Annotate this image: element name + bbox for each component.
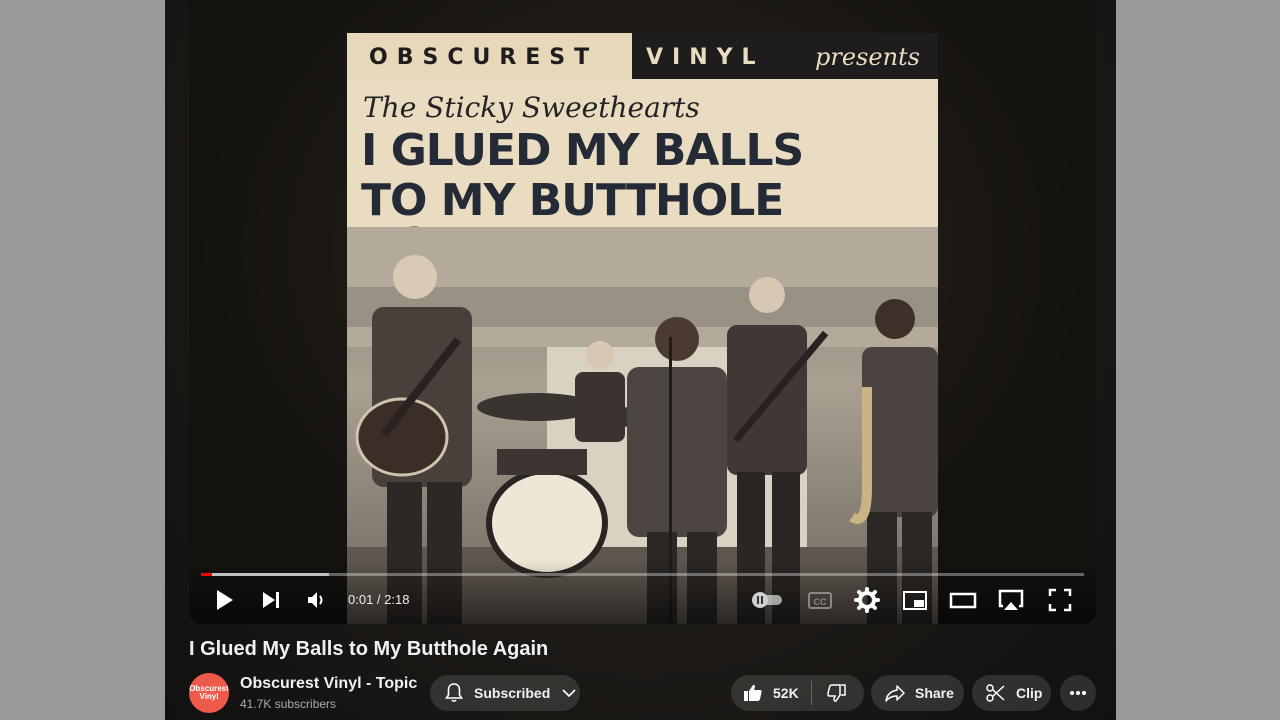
progress-played bbox=[201, 573, 212, 576]
miniplayer-icon bbox=[903, 591, 927, 610]
more-horizontal-icon bbox=[1070, 691, 1086, 695]
cover-presents: presents bbox=[815, 43, 920, 71]
channel-avatar-text: Obscurest Vinyl bbox=[189, 684, 229, 701]
cover-header: OBSCUREST VINYL presents bbox=[347, 33, 938, 79]
theater-mode-icon bbox=[949, 592, 977, 609]
share-icon bbox=[885, 685, 905, 702]
subscriber-count: 41.7K subscribers bbox=[240, 697, 337, 711]
play-button[interactable] bbox=[209, 585, 239, 615]
next-button[interactable] bbox=[256, 585, 286, 615]
progress-buffered bbox=[201, 573, 329, 576]
mute-button[interactable] bbox=[302, 585, 332, 615]
like-dislike-group: 52K bbox=[731, 675, 864, 711]
channel-name[interactable]: Obscurest Vinyl - Topic bbox=[240, 675, 417, 693]
video-player[interactable]: OBSCUREST VINYL presents The Sticky Swee… bbox=[189, 0, 1096, 624]
autoplay-toggle-icon bbox=[752, 592, 782, 608]
skip-next-icon bbox=[263, 592, 279, 608]
dislike-button[interactable] bbox=[812, 675, 860, 711]
cover-band-name: The Sticky Sweethearts bbox=[363, 91, 700, 124]
like-button[interactable]: 52K bbox=[731, 675, 811, 711]
cover-brand-left: OBSCUREST bbox=[369, 45, 599, 70]
airplay-button[interactable] bbox=[996, 585, 1026, 615]
progress-bar[interactable] bbox=[201, 573, 1084, 576]
channel-avatar[interactable]: Obscurest Vinyl bbox=[189, 673, 229, 713]
volume-icon bbox=[308, 592, 323, 608]
cc-icon: CC bbox=[808, 592, 832, 609]
subscribed-label: Subscribed bbox=[474, 685, 551, 701]
cover-song-line-1: I GLUED MY BALLS bbox=[361, 125, 804, 176]
airplay-icon bbox=[998, 589, 1024, 610]
more-actions-button[interactable] bbox=[1060, 675, 1096, 711]
cover-brand-box: VINYL presents bbox=[632, 33, 938, 79]
time-display: 0:01 / 2:18 bbox=[348, 592, 410, 607]
scissors-icon bbox=[986, 684, 1005, 702]
thumbs-up-icon bbox=[744, 684, 762, 701]
svg-text:CC: CC bbox=[814, 597, 827, 607]
autoplay-toggle[interactable] bbox=[749, 585, 785, 615]
subtitles-button[interactable]: CC bbox=[805, 585, 835, 615]
miniplayer-button[interactable] bbox=[900, 585, 930, 615]
watch-page: OBSCUREST VINYL presents The Sticky Swee… bbox=[165, 0, 1116, 720]
gear-icon bbox=[854, 587, 880, 613]
clip-label: Clip bbox=[1016, 685, 1043, 701]
clip-button[interactable]: Clip bbox=[972, 675, 1051, 711]
settings-button[interactable] bbox=[852, 585, 882, 615]
video-title: I Glued My Balls to My Butthole Again bbox=[189, 638, 549, 660]
fullscreen-button[interactable] bbox=[1045, 585, 1075, 615]
share-button[interactable]: Share bbox=[871, 675, 964, 711]
cover-brand-right: VINYL bbox=[646, 45, 765, 70]
play-icon bbox=[217, 590, 233, 610]
share-label: Share bbox=[915, 685, 954, 701]
subscribed-button[interactable]: Subscribed bbox=[430, 675, 580, 711]
theater-mode-button[interactable] bbox=[948, 585, 978, 615]
bell-icon bbox=[445, 683, 463, 703]
chevron-down-icon bbox=[562, 689, 576, 698]
thumbs-down-icon bbox=[826, 684, 846, 702]
album-cover: OBSCUREST VINYL presents The Sticky Swee… bbox=[347, 33, 938, 624]
like-count: 52K bbox=[773, 685, 799, 701]
fullscreen-icon bbox=[1048, 588, 1072, 612]
